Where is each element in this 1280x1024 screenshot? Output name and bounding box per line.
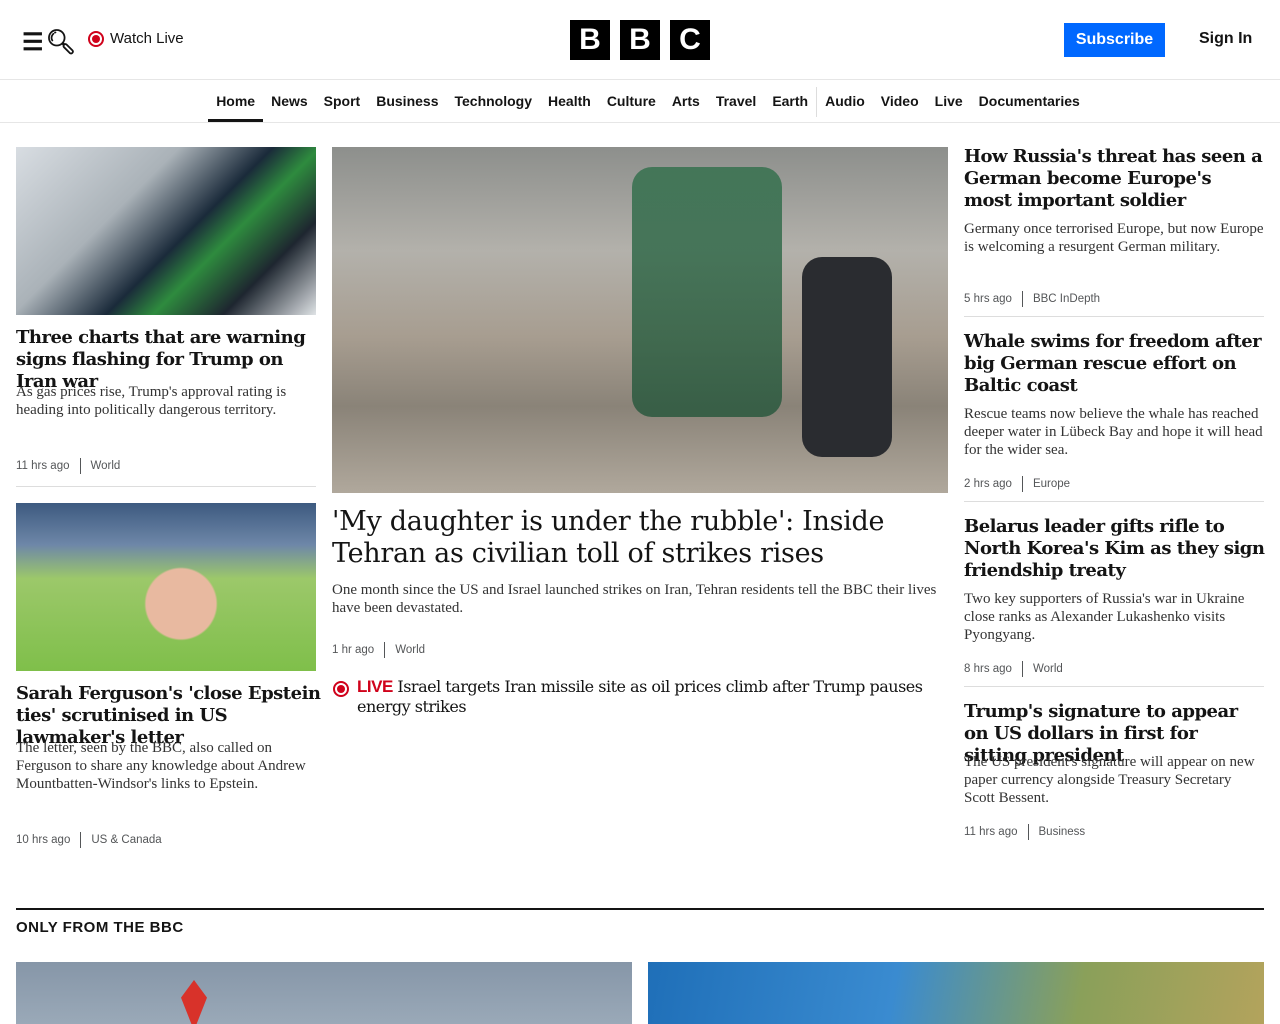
section-link[interactable]: World xyxy=(1033,663,1063,675)
section-link[interactable]: US & Canada xyxy=(91,834,161,846)
nav-culture[interactable]: Culture xyxy=(599,81,664,122)
live-article-title: Israel targets Iran missile site as oil … xyxy=(357,677,923,716)
section-link[interactable]: Europe xyxy=(1033,478,1070,490)
article-meta: 2 hrs ago Europe xyxy=(964,476,1070,492)
timestamp: 8 hrs ago xyxy=(964,663,1012,675)
menu-search-button[interactable]: ☰ 🔍︎ xyxy=(22,28,76,57)
logo-letter: C xyxy=(670,20,710,60)
feature-image-left[interactable] xyxy=(16,962,632,1024)
timestamp: 10 hrs ago xyxy=(16,834,71,846)
section-link[interactable]: Business xyxy=(1039,826,1086,838)
menu-icon: ☰ xyxy=(22,29,44,56)
article-summary: The US president's signature will appear… xyxy=(964,754,1255,806)
article-title[interactable]: Whale swims for freedom after big German… xyxy=(964,331,1264,397)
article-meta: 10 hrs ago US & Canada xyxy=(16,832,162,848)
nav-technology[interactable]: Technology xyxy=(446,81,540,122)
nav-sport[interactable]: Sport xyxy=(316,81,369,122)
nav-home[interactable]: Home xyxy=(208,81,264,122)
nav-travel[interactable]: Travel xyxy=(708,81,764,122)
nav-video[interactable]: Video xyxy=(873,81,927,122)
nav-arts[interactable]: Arts xyxy=(664,81,708,122)
article-title[interactable]: How Russia's threat has seen a German be… xyxy=(964,146,1264,212)
feature-image-right[interactable] xyxy=(648,962,1264,1024)
section-link[interactable]: World xyxy=(395,644,425,656)
section-heading: ONLY FROM THE BBC xyxy=(16,919,184,936)
live-badge: LIVE xyxy=(357,677,393,696)
bbc-logo[interactable]: BBC xyxy=(570,20,710,60)
nav-health[interactable]: Health xyxy=(540,81,599,122)
divider xyxy=(964,316,1264,317)
main-nav: Home News Sport Business Technology Heal… xyxy=(0,81,1280,123)
timestamp: 11 hrs ago xyxy=(16,460,70,472)
search-icon: 🔍︎ xyxy=(45,29,76,56)
article-summary: Two key supporters of Russia's war in Uk… xyxy=(964,591,1245,643)
section-rule xyxy=(16,908,1264,910)
article-image-sarah-ferguson[interactable] xyxy=(16,503,316,671)
article-summary: The letter, seen by the BBC, also called… xyxy=(16,740,306,792)
article-summary: As gas prices rise, Trump's approval rat… xyxy=(16,384,287,418)
section-link[interactable]: BBC InDepth xyxy=(1033,293,1100,305)
site-header: ☰ 🔍︎ Watch Live BBC Subscribe Sign In xyxy=(0,0,1280,80)
nav-news[interactable]: News xyxy=(263,81,316,122)
nav-business[interactable]: Business xyxy=(368,81,446,122)
logo-letter: B xyxy=(620,20,660,60)
article-meta: 11 hrs ago Business xyxy=(964,824,1085,840)
live-article-link[interactable]: LIVE Israel targets Iran missile site as… xyxy=(357,677,937,717)
logo-letter: B xyxy=(570,20,610,60)
timestamp: 11 hrs ago xyxy=(964,826,1018,838)
article-meta: 1 hr ago World xyxy=(332,642,425,658)
timestamp: 2 hrs ago xyxy=(964,478,1012,490)
article-meta: 11 hrs ago World xyxy=(16,458,120,474)
section-link[interactable]: World xyxy=(91,460,121,472)
watch-live-label: Watch Live xyxy=(110,30,184,47)
main-article-image-rubble[interactable] xyxy=(332,147,948,493)
article-summary: Rescue teams now believe the whale has r… xyxy=(964,406,1263,458)
article-meta: 8 hrs ago World xyxy=(964,661,1063,677)
sign-in-button[interactable]: Sign In xyxy=(1199,30,1252,48)
nav-earth[interactable]: Earth xyxy=(764,81,816,122)
divider xyxy=(964,686,1264,687)
nav-live[interactable]: Live xyxy=(927,81,971,122)
live-icon xyxy=(88,30,104,47)
nav-audio[interactable]: Audio xyxy=(817,81,873,122)
subscribe-button[interactable]: Subscribe xyxy=(1064,23,1165,57)
main-article-title[interactable]: 'My daughter is under the rubble': Insid… xyxy=(332,506,948,570)
article-meta: 5 hrs ago BBC InDepth xyxy=(964,291,1100,307)
live-icon xyxy=(333,680,349,698)
timestamp: 5 hrs ago xyxy=(964,293,1012,305)
article-summary: Germany once terrorised Europe, but now … xyxy=(964,221,1264,255)
divider xyxy=(964,501,1264,502)
main-article-summary: One month since the US and Israel launch… xyxy=(332,582,937,616)
divider xyxy=(16,486,316,487)
article-image-gas-pump[interactable] xyxy=(16,147,316,315)
timestamp: 1 hr ago xyxy=(332,644,375,656)
article-title[interactable]: Belarus leader gifts rifle to North Kore… xyxy=(964,516,1269,582)
watch-live-link[interactable]: Watch Live xyxy=(88,30,184,47)
nav-documentaries[interactable]: Documentaries xyxy=(971,81,1088,122)
